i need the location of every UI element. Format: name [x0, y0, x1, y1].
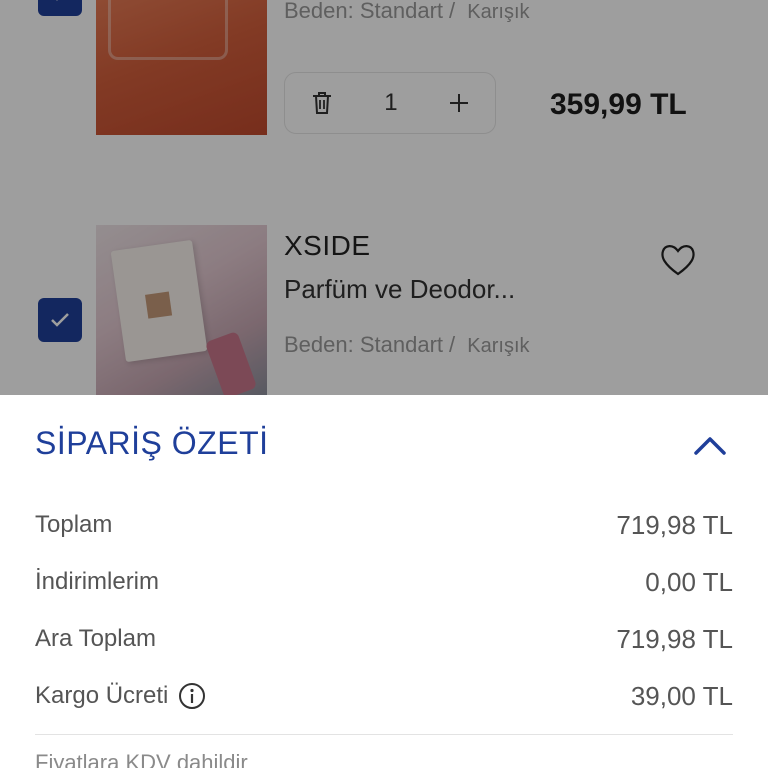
summary-label-shipping: Kargo Ücreti: [35, 682, 206, 710]
summary-label: Toplam: [35, 511, 113, 538]
vat-note: Fiyatlara KDV dahildir: [35, 750, 248, 768]
info-icon[interactable]: [178, 682, 206, 710]
summary-value: 719,98 TL: [616, 623, 733, 654]
order-summary-title: SİPARİŞ ÖZETİ: [35, 425, 269, 461]
summary-label: Ara Toplam: [35, 625, 156, 652]
summary-row-shipping: Kargo Ücreti 39,00 TL: [35, 676, 733, 716]
summary-row-discounts: İndirimlerim 0,00 TL: [35, 562, 733, 602]
summary-value: 0,00 TL: [645, 566, 733, 597]
summary-row-subtotal: Ara Toplam 719,98 TL: [35, 619, 733, 659]
divider: [35, 734, 733, 735]
summary-row-total: Toplam 719,98 TL: [35, 505, 733, 545]
order-summary-sheet: SİPARİŞ ÖZETİ Toplam 719,98 TL İndirimle…: [0, 395, 768, 768]
chevron-up-icon[interactable]: [690, 425, 730, 465]
summary-label: İndirimlerim: [35, 568, 160, 595]
summary-value: 719,98 TL: [616, 509, 733, 540]
summary-value: 39,00 TL: [630, 680, 733, 711]
